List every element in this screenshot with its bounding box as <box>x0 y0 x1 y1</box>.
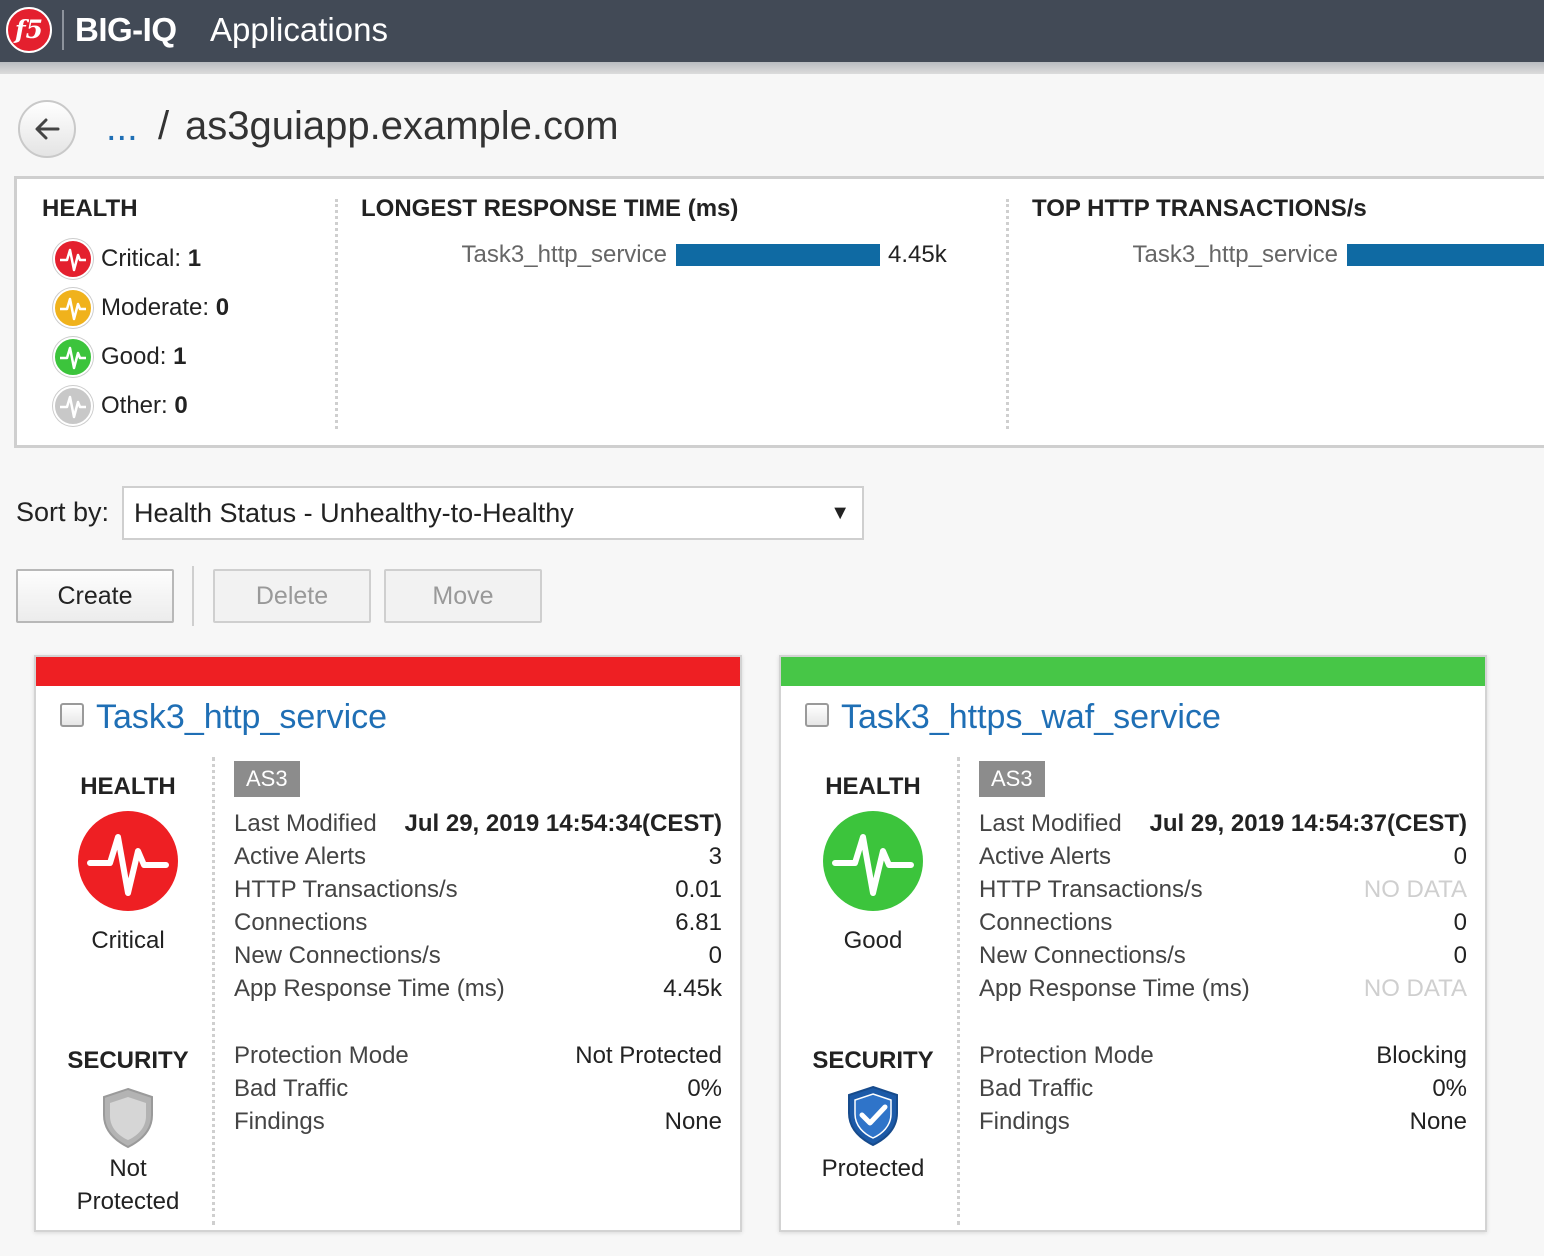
product-name: BIG-IQ <box>75 11 177 48</box>
critical-health-icon <box>78 811 178 911</box>
sort-dropdown[interactable]: Health Status - Unhealthy-to-Healthy ▼ <box>122 486 864 540</box>
security-metric-row: Bad Traffic 0% <box>979 1075 1467 1102</box>
metric-row: Connections 6.81 <box>234 909 722 936</box>
security-status-line1: Not <box>109 1155 147 1182</box>
application-name-link[interactable]: Task3_http_service <box>96 697 387 737</box>
page-title: as3guiapp.example.com <box>185 104 619 148</box>
card-checkbox[interactable] <box>805 703 829 727</box>
header-shadow-strip <box>0 62 1544 74</box>
security-metrics-list: Protection Mode Blocking Bad Traffic 0% Fi… <box>979 1039 1467 1138</box>
back-button[interactable] <box>18 100 76 158</box>
as3-tag: AS3 <box>234 761 300 797</box>
dropdown-arrow-icon: ▼ <box>830 502 850 524</box>
summary-divider <box>1006 199 1009 429</box>
application-card[interactable]: Task3_https_waf_service HEALTH Good SECU… <box>779 655 1487 1232</box>
card-divider <box>212 757 215 1225</box>
transactions-heading: TOP HTTP TRANSACTIONS/s <box>1032 195 1367 222</box>
metric-row: Last Modified Jul 29, 2019 14:54:37(CEST) <box>979 810 1467 837</box>
transactions-bar[interactable] <box>1347 244 1544 266</box>
metric-row: App Response Time (ms) 4.45k <box>234 975 722 1002</box>
security-status-line2: Protected <box>76 1188 180 1215</box>
response-time-bar[interactable] <box>676 244 880 266</box>
security-metric-row: Bad Traffic 0% <box>234 1075 722 1102</box>
create-button[interactable]: Create <box>16 569 174 623</box>
response-time-bar-value: 4.45k <box>888 241 947 268</box>
move-button[interactable]: Move <box>384 569 542 623</box>
arrow-left-icon <box>35 118 60 140</box>
security-metric-row: Protection Mode Blocking <box>979 1042 1467 1069</box>
shield-icon <box>96 1085 160 1149</box>
logo-divider <box>62 10 64 50</box>
health-label: HEALTH <box>825 773 921 800</box>
breadcrumb-separator: / <box>158 104 170 148</box>
critical-count-label: Critical: 1 <box>101 245 202 272</box>
good-health-icon <box>53 337 93 377</box>
metric-row: Active Alerts 3 <box>234 843 722 870</box>
health-label: HEALTH <box>80 773 176 800</box>
metrics-list: Last Modified Jul 29, 2019 14:54:34(CEST)… <box>234 807 722 1005</box>
metric-row: Active Alerts 0 <box>979 843 1467 870</box>
card-health-stripe <box>36 657 740 686</box>
health-status-label: Critical <box>91 927 165 954</box>
metrics-list: Last Modified Jul 29, 2019 14:54:37(CEST)… <box>979 807 1467 1005</box>
moderate-health-icon <box>53 288 93 328</box>
good-count-label: Good: 1 <box>101 343 187 370</box>
response-time-heading: LONGEST RESPONSE TIME (ms) <box>361 195 739 222</box>
response-time-bar-label[interactable]: Task3_http_service <box>377 241 667 269</box>
other-count-label: Other: 0 <box>101 392 188 419</box>
health-heading: HEALTH <box>42 195 138 222</box>
metric-row: Connections 0 <box>979 909 1467 936</box>
metric-row: New Connections/s 0 <box>979 942 1467 969</box>
security-metric-row: Protection Mode Not Protected <box>234 1042 722 1069</box>
summary-divider <box>335 199 338 429</box>
health-status-label: Good <box>843 927 903 954</box>
security-status-line1: Protected <box>821 1155 925 1182</box>
top-bar: f5 BIG-IQ Applications <box>0 0 1544 62</box>
sort-label: Sort by: <box>16 497 110 527</box>
sort-selected-value: Health Status - Unhealthy-to-Healthy <box>134 498 574 528</box>
f5-logo[interactable]: f5 <box>6 7 52 53</box>
security-metrics-list: Protection Mode Not Protected Bad Traffic… <box>234 1039 722 1138</box>
delete-button[interactable]: Delete <box>213 569 371 623</box>
card-divider <box>957 757 960 1225</box>
shield-check-icon <box>841 1083 905 1147</box>
card-health-stripe <box>781 657 1485 686</box>
security-metric-row: Findings None <box>979 1108 1467 1135</box>
application-card[interactable]: Task3_http_service HEALTH Critical SECUR… <box>34 655 742 1232</box>
breadcrumb-ellipsis[interactable]: ... <box>106 106 138 150</box>
card-checkbox[interactable] <box>60 703 84 727</box>
moderate-count-label: Moderate: 0 <box>101 294 230 321</box>
metric-row: HTTP Transactions/s NO DATA <box>979 876 1467 903</box>
security-label: SECURITY <box>67 1047 189 1074</box>
good-health-icon <box>823 811 923 911</box>
toolbar-divider <box>192 566 194 626</box>
metric-row: HTTP Transactions/s 0.01 <box>234 876 722 903</box>
metric-row: Last Modified Jul 29, 2019 14:54:34(CEST) <box>234 810 722 837</box>
metric-row: New Connections/s 0 <box>234 942 722 969</box>
as3-tag: AS3 <box>979 761 1045 797</box>
other-health-icon <box>53 386 93 426</box>
summary-panel: HEALTH Critical: 1 Moderate: 0 Good: 1 O… <box>14 176 1544 448</box>
critical-health-icon <box>53 239 93 279</box>
section-title[interactable]: Applications <box>210 10 388 50</box>
transactions-bar-label[interactable]: Task3_http_service <box>1048 241 1338 269</box>
application-name-link[interactable]: Task3_https_waf_service <box>841 697 1221 737</box>
security-metric-row: Findings None <box>234 1108 722 1135</box>
metric-row: App Response Time (ms) NO DATA <box>979 975 1467 1002</box>
security-label: SECURITY <box>812 1047 934 1074</box>
